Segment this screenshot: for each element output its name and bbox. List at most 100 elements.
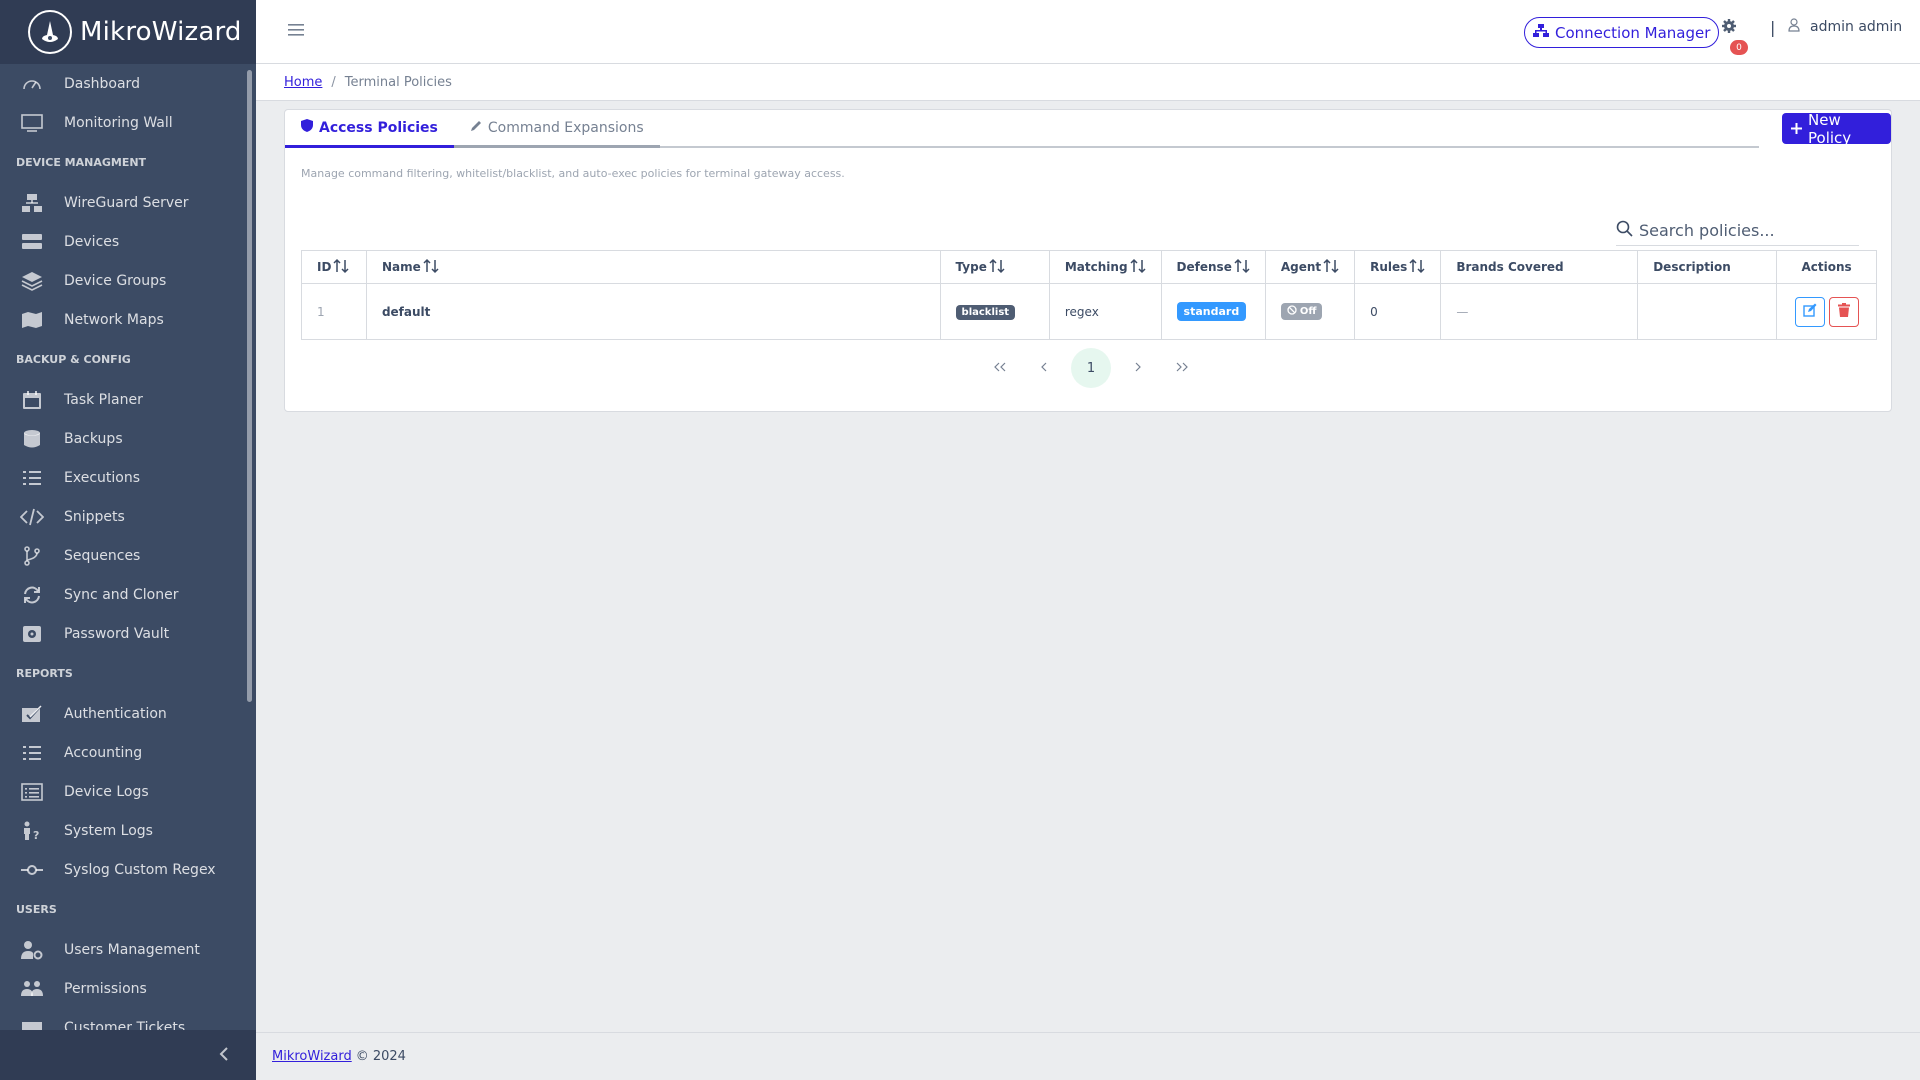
search-input[interactable] [1639, 221, 1849, 240]
hamburger-icon [288, 22, 304, 41]
column-header-id[interactable]: ID [301, 250, 367, 284]
sidebar-item-label: Backups [64, 430, 123, 447]
chevron-left-icon [1040, 361, 1048, 376]
column-header-brands-covered: Brands Covered [1440, 250, 1639, 284]
sidebar-item-devices[interactable]: Devices [0, 222, 246, 261]
wizard-logo-icon [28, 10, 72, 54]
sidebar-item-label: Syslog Custom Regex [64, 861, 216, 878]
sidebar-item-label: Monitoring Wall [64, 114, 173, 131]
network-icon [1533, 23, 1549, 42]
cell-name: default [365, 283, 941, 340]
double-chevron-right-icon [1175, 361, 1189, 376]
sidebar-item-authentication[interactable]: Authentication [0, 694, 246, 733]
cell-agent: Off [1264, 283, 1356, 340]
next-page-button[interactable] [1121, 349, 1155, 387]
sort-icon [423, 258, 439, 277]
table-row: 1 default blacklist regex standard Off 0… [301, 283, 1877, 340]
sidebar-item-snippets[interactable]: Snippets [0, 497, 246, 536]
sidebar-item-backups[interactable]: Backups [0, 419, 246, 458]
pagination: 1 [983, 348, 1199, 388]
agent-status: Off [1299, 306, 1317, 317]
sidebar-toggler[interactable] [0, 1030, 256, 1080]
delete-button[interactable] [1828, 296, 1859, 327]
column-header-agent[interactable]: Agent [1264, 250, 1356, 284]
tab-label: Command Expansions [487, 119, 644, 136]
plus-icon [1791, 120, 1802, 138]
sidebar-item-password-vault[interactable]: Password Vault [0, 614, 246, 653]
connection-manager-button[interactable]: Connection Manager [1524, 17, 1720, 48]
policies-card: Access Policies Command Expansions New P… [284, 109, 1892, 412]
settings-button[interactable] [1722, 18, 1742, 38]
defense-badge: standard [1176, 302, 1247, 321]
column-header-defense[interactable]: Defense [1160, 250, 1266, 284]
type-badge: blacklist [955, 304, 1016, 320]
check-calendar-icon [20, 703, 44, 725]
column-header-type[interactable]: Type [939, 250, 1050, 284]
policies-table: ID Name Type Matching Defense Agent Rule… [301, 250, 1877, 340]
menu-toggle-button[interactable] [280, 16, 312, 48]
sidebar-item-sequences[interactable]: Sequences [0, 536, 246, 575]
sidebar-item-accounting[interactable]: Accounting [0, 733, 246, 772]
sort-icon [989, 258, 1005, 277]
sidebar-item-syslog-custom-regex[interactable]: Syslog Custom Regex [0, 850, 246, 889]
sidebar-item-customer-tickets[interactable]: Customer Tickets [0, 1008, 246, 1030]
storage-icon [20, 231, 44, 253]
log-list-icon [20, 781, 44, 803]
sort-icon [333, 258, 349, 277]
sidebar-scrollbar[interactable] [247, 70, 252, 702]
sidebar-item-dashboard[interactable]: Dashboard [0, 64, 246, 103]
cell-defense: standard [1160, 283, 1266, 340]
ban-icon [1287, 305, 1297, 318]
footer-link[interactable]: MikroWizard [272, 1049, 352, 1064]
sidebar-item-device-groups[interactable]: Device Groups [0, 261, 246, 300]
column-header-name[interactable]: Name [365, 250, 941, 284]
cell-id: 1 [301, 283, 367, 340]
column-header-matching[interactable]: Matching [1048, 250, 1162, 284]
user-gear-icon [20, 939, 44, 961]
user-menu[interactable]: admin admin [1788, 18, 1902, 36]
nav-section-title: USERS [16, 903, 57, 916]
tab-label: Access Policies [319, 119, 438, 136]
people-icon [20, 978, 44, 1000]
sort-icon [1323, 258, 1339, 277]
sidebar-item-device-logs[interactable]: Device Logs [0, 772, 246, 811]
double-chevron-left-icon [993, 361, 1007, 376]
sidebar-item-label: Sync and Cloner [64, 586, 179, 603]
sidebar-item-executions[interactable]: Executions [0, 458, 246, 497]
header: Connection Manager 0 | admin admin [256, 0, 1920, 64]
notification-badge: 0 [1730, 40, 1748, 55]
page-button-current[interactable]: 1 [1071, 348, 1111, 388]
sidebar-item-label: WireGuard Server [64, 194, 189, 211]
person-question-icon: ? [20, 820, 44, 842]
new-policy-button[interactable]: New Policy [1782, 111, 1891, 147]
breadcrumb-home-link[interactable]: Home [284, 75, 322, 90]
user-icon [1788, 18, 1800, 36]
sidebar-item-label: Snippets [64, 508, 125, 525]
list-icon [20, 467, 44, 489]
search-box [1616, 216, 1859, 246]
sidebar-item-users-management[interactable]: Users Management [0, 930, 246, 969]
table-header-row: ID Name Type Matching Defense Agent Rule… [301, 250, 1877, 284]
column-header-rules[interactable]: Rules [1354, 250, 1442, 284]
sidebar-item-permissions[interactable]: Permissions [0, 969, 246, 1008]
edit-button[interactable] [1794, 296, 1825, 327]
tab-command-expansions[interactable]: Command Expansions [453, 110, 660, 148]
cell-rules: 0 [1354, 283, 1442, 340]
footer: MikroWizard © 2024 [256, 1032, 1920, 1080]
svg-text:?: ? [33, 829, 39, 841]
cell-actions [1776, 283, 1877, 340]
sidebar-item-system-logs[interactable]: ? System Logs [0, 811, 246, 850]
sidebar-item-wireguard-server[interactable]: WireGuard Server [0, 183, 246, 222]
prev-page-button[interactable] [1027, 349, 1061, 387]
brand[interactable]: MikroWizard [0, 0, 256, 64]
tab-access-policies[interactable]: Access Policies [285, 110, 454, 148]
sidebar-item-network-maps[interactable]: Network Maps [0, 300, 246, 339]
first-page-button[interactable] [983, 349, 1017, 387]
sidebar-item-task-planer[interactable]: Task Planer [0, 380, 246, 419]
edit-icon [1802, 303, 1817, 320]
last-page-button[interactable] [1165, 349, 1199, 387]
sidebar-item-monitoring-wall[interactable]: Monitoring Wall [0, 103, 246, 142]
sidebar-item-sync-and-cloner[interactable]: Sync and Cloner [0, 575, 246, 614]
cell-description [1637, 283, 1778, 340]
breadcrumb-separator: / [331, 74, 336, 90]
